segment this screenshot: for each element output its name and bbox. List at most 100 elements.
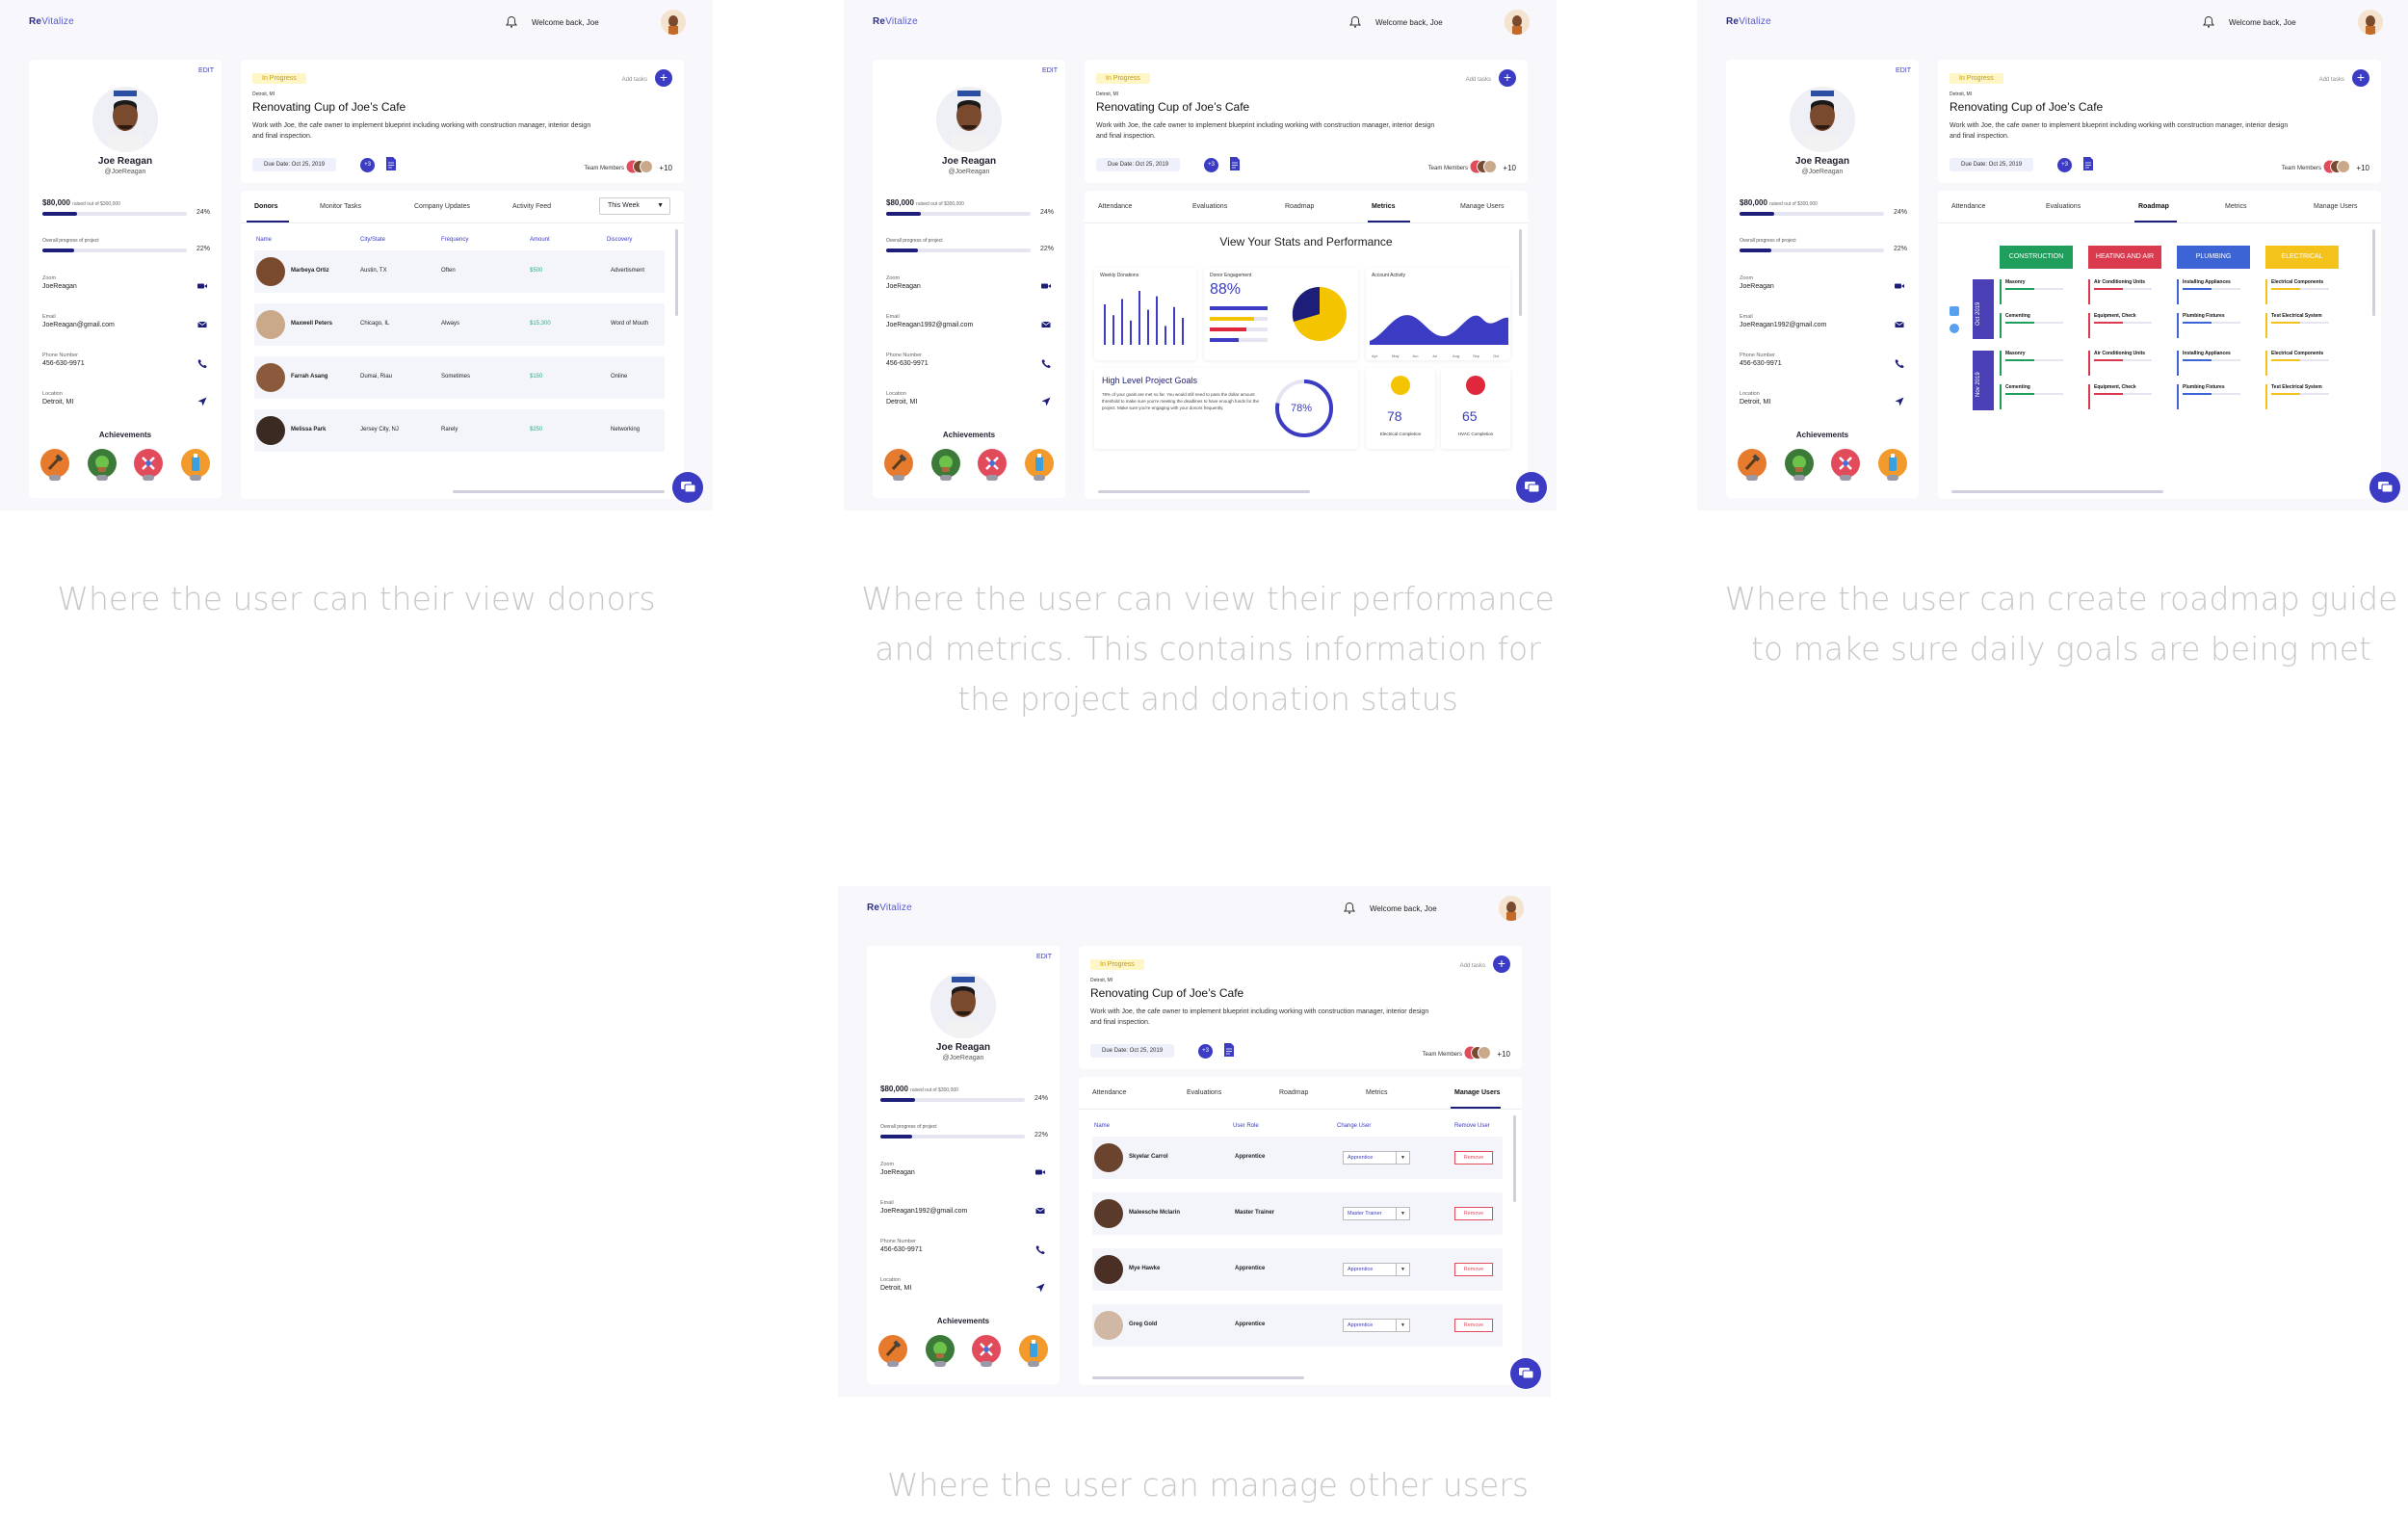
tab-attendance[interactable]: Attendance: [1098, 203, 1132, 210]
plant-badge-icon[interactable]: [1784, 449, 1814, 481]
plant-badge-icon[interactable]: [930, 449, 960, 481]
plant-badge-icon[interactable]: [87, 449, 117, 481]
change-role-select[interactable]: Apprentice ▼: [1343, 1319, 1410, 1332]
app-logo[interactable]: ReVitalize: [873, 16, 918, 27]
tab-metrics[interactable]: Metrics: [1366, 1089, 1388, 1096]
remove-user-button[interactable]: Remove: [1454, 1207, 1493, 1220]
document-icon[interactable]: [1223, 1042, 1235, 1058]
vertical-scrollbar[interactable]: [2372, 229, 2375, 316]
video-icon[interactable]: [1034, 1166, 1046, 1178]
navigation-icon[interactable]: [1040, 396, 1052, 407]
team-more-count[interactable]: +10: [1497, 1050, 1510, 1059]
video-icon[interactable]: [196, 280, 208, 292]
edit-profile-link[interactable]: EDIT: [1042, 67, 1058, 74]
roadmap-task[interactable]: Masonry: [2000, 351, 2081, 376]
remove-user-button[interactable]: Remove: [1454, 1263, 1493, 1276]
tab-manage-users[interactable]: Manage Users: [1460, 203, 1505, 210]
hammer-badge-icon[interactable]: [884, 449, 913, 481]
bell-icon[interactable]: [2202, 15, 2215, 29]
tab-evaluations[interactable]: Evaluations: [1192, 203, 1227, 210]
change-role-select[interactable]: Apprentice ▼: [1343, 1151, 1410, 1165]
tab-roadmap[interactable]: Roadmap: [2138, 203, 2169, 210]
tools-badge-icon[interactable]: [1831, 449, 1861, 481]
column-header[interactable]: User Role: [1233, 1123, 1259, 1129]
user-avatar[interactable]: [2358, 10, 2383, 35]
roadmap-task[interactable]: Test Electrical System: [2265, 313, 2346, 338]
column-header[interactable]: Change User: [1337, 1123, 1371, 1129]
column-header[interactable]: Name: [1094, 1123, 1110, 1129]
donor-row[interactable]: Farrah Asang Dumai, Riau Sometimes $150 Onli…: [254, 356, 665, 399]
attachment-count[interactable]: +3: [2057, 158, 2072, 172]
tools-badge-icon[interactable]: [978, 449, 1008, 481]
donor-row[interactable]: Maxwell Peters Chicago, IL Always $15,300 Wo…: [254, 303, 665, 346]
mail-icon[interactable]: [1034, 1205, 1046, 1217]
phone-icon[interactable]: [1894, 357, 1905, 369]
horizontal-scrollbar[interactable]: [453, 490, 665, 493]
tab-evaluations[interactable]: Evaluations: [2046, 203, 2081, 210]
roadmap-category[interactable]: PLUMBING: [2177, 246, 2250, 269]
chat-button[interactable]: [2369, 472, 2400, 503]
roadmap-task[interactable]: Masonry: [2000, 279, 2081, 304]
document-icon[interactable]: [2082, 156, 2094, 171]
phone-icon[interactable]: [196, 357, 208, 369]
tab-manage-users[interactable]: Manage Users: [1454, 1089, 1500, 1096]
phone-icon[interactable]: [1040, 357, 1052, 369]
team-more-count[interactable]: +10: [659, 164, 672, 172]
user-avatar[interactable]: [1499, 896, 1524, 921]
video-icon[interactable]: [1040, 280, 1052, 292]
team-more-count[interactable]: +10: [1503, 164, 1516, 172]
roadmap-task[interactable]: Installing Appliances: [2177, 351, 2258, 376]
tab-monitor-tasks[interactable]: Monitor Tasks: [320, 203, 361, 210]
chat-button[interactable]: [672, 472, 703, 503]
column-header[interactable]: Name: [256, 237, 272, 243]
tab-roadmap[interactable]: Roadmap: [1285, 203, 1314, 210]
tab-attendance[interactable]: Attendance: [1092, 1089, 1126, 1096]
bottle-badge-icon[interactable]: [1024, 449, 1054, 481]
roadmap-task[interactable]: Plumbing Fixtures: [2177, 313, 2258, 338]
edit-profile-link[interactable]: EDIT: [198, 67, 214, 74]
mail-icon[interactable]: [1894, 319, 1905, 330]
chat-button[interactable]: [1510, 1358, 1541, 1389]
period-select[interactable]: This Week ▼: [599, 197, 670, 215]
change-role-select[interactable]: Master Trainer ▼: [1343, 1207, 1410, 1220]
phone-icon[interactable]: [1034, 1243, 1046, 1255]
bell-icon[interactable]: [1343, 902, 1356, 915]
plant-badge-icon[interactable]: [925, 1335, 955, 1367]
user-avatar[interactable]: [1505, 10, 1530, 35]
team-avatars[interactable]: [2323, 160, 2350, 173]
tab-evaluations[interactable]: Evaluations: [1187, 1089, 1221, 1096]
tools-badge-icon[interactable]: [134, 449, 164, 481]
tab-donors[interactable]: Donors: [254, 203, 278, 210]
mail-icon[interactable]: [1040, 319, 1052, 330]
roadmap-task[interactable]: Electrical Components: [2265, 279, 2346, 304]
roadmap-task[interactable]: Plumbing Fixtures: [2177, 384, 2258, 409]
tab-activity-feed[interactable]: Activity Feed: [512, 203, 551, 210]
bell-icon[interactable]: [505, 15, 518, 29]
roadmap-category[interactable]: ELECTRICAL: [2265, 246, 2339, 269]
team-more-count[interactable]: +10: [2356, 164, 2369, 172]
roadmap-task[interactable]: Air Conditioning Units: [2088, 351, 2169, 376]
roadmap-task[interactable]: Test Electrical System: [2265, 384, 2346, 409]
roadmap-task[interactable]: Cementing: [2000, 384, 2081, 409]
attachment-count[interactable]: +3: [1198, 1044, 1213, 1059]
roadmap-task[interactable]: Electrical Components: [2265, 351, 2346, 376]
edit-profile-link[interactable]: EDIT: [1036, 954, 1052, 960]
column-header[interactable]: Frequency: [441, 237, 468, 243]
app-logo[interactable]: ReVitalize: [867, 903, 912, 913]
chat-button[interactable]: [1516, 472, 1547, 503]
mail-icon[interactable]: [196, 319, 208, 330]
add-task-button[interactable]: +: [655, 69, 672, 87]
roadmap-task[interactable]: Equipment, Check: [2088, 384, 2169, 409]
app-logo[interactable]: ReVitalize: [29, 16, 74, 27]
hammer-badge-icon[interactable]: [1738, 449, 1767, 481]
roadmap-month[interactable]: Oct 2019: [1973, 279, 1994, 339]
bottle-badge-icon[interactable]: [1018, 1335, 1048, 1367]
horizontal-scrollbar[interactable]: [1098, 490, 1310, 493]
change-role-select[interactable]: Apprentice ▼: [1343, 1263, 1410, 1276]
vertical-scrollbar[interactable]: [1513, 1115, 1516, 1202]
tab-metrics[interactable]: Metrics: [2225, 203, 2247, 210]
document-icon[interactable]: [1229, 156, 1241, 171]
add-task-button[interactable]: +: [1499, 69, 1516, 87]
vertical-scrollbar[interactable]: [675, 229, 678, 316]
roadmap-category[interactable]: CONSTRUCTION: [2000, 246, 2073, 269]
